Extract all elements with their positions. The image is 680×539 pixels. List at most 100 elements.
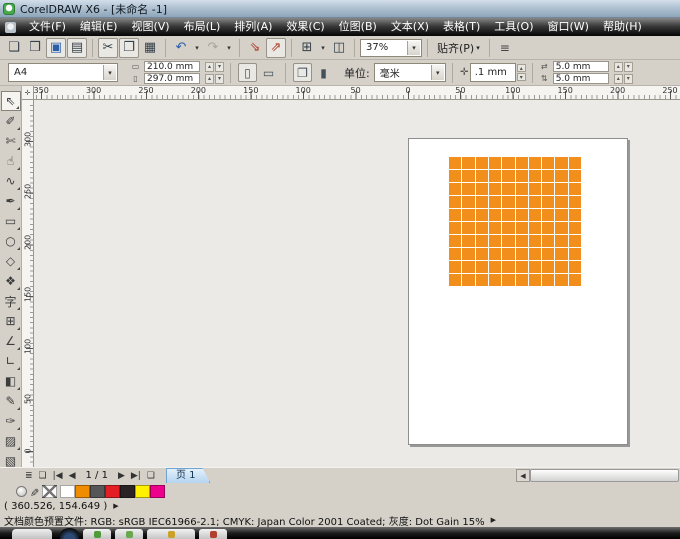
outline-pen-tool[interactable]: ✑ (1, 411, 21, 431)
no-color-swatch[interactable] (42, 484, 58, 498)
horizontal-scrollbar-thumb[interactable] (530, 469, 679, 482)
export-button[interactable]: ⇗ (266, 37, 286, 58)
smart-fill-tool[interactable]: ✒ (1, 191, 21, 211)
ruler-origin[interactable]: ✛ (22, 86, 34, 100)
save-button[interactable]: ▣ (46, 37, 66, 58)
page-tab-1[interactable]: 页 1 (166, 468, 211, 483)
palette-eyedropper-icon[interactable]: ✐ (30, 485, 39, 498)
color-swatch[interactable] (135, 484, 151, 498)
title-bar[interactable]: CorelDRAW X6 - [未命名 -1] (0, 0, 680, 18)
menu-item-窗口[interactable]: 窗口(W) (541, 18, 596, 36)
text-tool[interactable]: 字 (1, 291, 21, 311)
color-swatch[interactable] (60, 484, 76, 498)
document-page[interactable] (408, 138, 628, 445)
options-button[interactable]: ≡ (495, 38, 515, 58)
welcome-screen-button[interactable]: ◫ (329, 38, 349, 58)
application-launcher-button[interactable]: ⊞ (297, 38, 317, 58)
menu-item-编辑[interactable]: 编辑(E) (73, 18, 125, 36)
landscape-orientation-button[interactable]: ▭ (259, 63, 278, 82)
vertical-ruler[interactable]: 300 250 200 150 100 50 0 (22, 100, 34, 467)
color-swatch[interactable] (120, 484, 136, 498)
drawing-canvas[interactable] (34, 100, 680, 467)
page-height-field[interactable]: 297.0 mm (144, 73, 200, 84)
menu-item-文本[interactable]: 文本(X) (384, 18, 436, 36)
status-flyout-icon[interactable]: ▶ (491, 516, 496, 524)
apply-to-all-pages-button[interactable]: ❐ (293, 63, 312, 82)
ellipse-tool[interactable]: ○ (1, 231, 21, 251)
page-width-spinner[interactable]: ▴ ▾ (205, 61, 224, 72)
color-swatch[interactable] (150, 484, 166, 498)
chevron-down-icon[interactable]: ▾ (430, 65, 444, 80)
taskbar-button[interactable] (83, 529, 111, 539)
portrait-orientation-button[interactable]: ▯ (238, 63, 257, 82)
freehand-tool[interactable]: ∿ (1, 171, 21, 191)
menu-item-视图[interactable]: 视图(V) (124, 18, 176, 36)
quick-launch-area[interactable] (12, 529, 52, 539)
next-page-button[interactable]: ▶ (115, 471, 128, 481)
duplicate-y-spinner[interactable]: ▴ ▾ (613, 73, 633, 84)
page-width-field[interactable]: 210.0 mm (144, 61, 200, 72)
copy-button[interactable]: ❐ (119, 37, 139, 58)
snap-to-dropdown[interactable]: 贴齐(P) ▾ (433, 38, 484, 58)
last-page-button[interactable]: ▶| (128, 471, 144, 481)
chevron-down-icon[interactable]: ▾ (103, 65, 116, 80)
page-size-combo[interactable]: A4 ▾ (8, 63, 118, 82)
menu-item-表格[interactable]: 表格(T) (436, 18, 487, 36)
color-swatch[interactable] (75, 484, 91, 498)
cut-button[interactable]: ✂ (98, 37, 118, 58)
redo-dropdown-arrow[interactable]: ▾ (224, 38, 234, 58)
import-button[interactable]: ⇘ (245, 38, 265, 58)
basic-shapes-tool[interactable]: ❖ (1, 271, 21, 291)
color-swatch[interactable] (105, 484, 121, 498)
open-button[interactable]: ❒ (25, 38, 45, 58)
horizontal-ruler[interactable]: 350 300 250 200 150 100 50 0 50 100 150 200 250 (34, 86, 680, 100)
chevron-down-icon[interactable]: ▾ (407, 40, 420, 55)
crop-tool[interactable]: ✄ (1, 131, 21, 151)
previous-page-button[interactable]: ◀ (66, 471, 79, 481)
taskbar-button[interactable] (199, 529, 227, 539)
undo-button[interactable]: ↶ (171, 38, 191, 58)
shape-tool[interactable]: ✐ (1, 111, 21, 131)
rectangle-tool[interactable]: ▭ (1, 211, 21, 231)
units-combo[interactable]: 毫米 ▾ (373, 63, 446, 82)
menu-item-文件[interactable]: 文件(F) (22, 18, 73, 36)
duplicate-x-spinner[interactable]: ▴ ▾ (613, 61, 633, 72)
add-page-button[interactable]: ❏ (36, 471, 50, 481)
palette-options-button[interactable] (16, 485, 27, 497)
application-launcher-dropdown-arrow[interactable]: ▾ (318, 38, 328, 58)
table-tool[interactable]: ⊞ (1, 311, 21, 331)
connector-tool[interactable]: ∟ (1, 351, 21, 371)
nudge-offset-field[interactable]: .1 mm (469, 63, 516, 82)
paste-button[interactable]: ▦ (140, 38, 160, 58)
add-page-button[interactable]: ❏ (144, 471, 158, 481)
status-flyout-icon[interactable]: ▶ (113, 502, 118, 510)
taskbar-button[interactable] (147, 529, 195, 539)
duplicate-y-field[interactable]: 5.0 mm (552, 73, 609, 84)
fill-tool[interactable]: ▨ (1, 431, 21, 451)
menu-item-位图[interactable]: 位图(B) (332, 18, 384, 36)
menu-item-效果[interactable]: 效果(C) (279, 18, 331, 36)
color-swatch[interactable] (90, 484, 106, 498)
start-orb[interactable] (60, 528, 79, 539)
page-height-spinner[interactable]: ▴ ▾ (205, 73, 224, 84)
undo-dropdown-arrow[interactable]: ▾ (192, 38, 202, 58)
menu-item-工具[interactable]: 工具(O) (487, 18, 540, 36)
zoom-pan-tool[interactable]: ☝ (1, 151, 21, 171)
graph-paper-object[interactable] (449, 157, 581, 286)
print-button[interactable]: ▤ (67, 37, 87, 58)
duplicate-x-field[interactable]: 5.0 mm (552, 61, 609, 72)
dimension-tool[interactable]: ∠ (1, 331, 21, 351)
first-page-button[interactable]: |◀ (50, 471, 66, 481)
apply-to-current-page-button[interactable]: ▮ (314, 63, 333, 82)
new-document-button[interactable]: ❏ (4, 38, 24, 58)
polygon-tool[interactable]: ◇ (1, 251, 21, 271)
redo-button[interactable]: ↷ (203, 38, 223, 58)
color-eyedropper-tool[interactable]: ✎ (1, 391, 21, 411)
menu-item-帮助[interactable]: 帮助(H) (596, 18, 649, 36)
zoom-level-combo[interactable]: 37% ▾ (360, 38, 422, 57)
scrollbar-left-button[interactable]: ◀ (516, 469, 530, 482)
document-window-icon[interactable] (5, 21, 16, 33)
page-list-icon[interactable]: ≣ (22, 471, 36, 481)
menu-item-布局[interactable]: 布局(L) (177, 18, 228, 36)
menu-item-排列[interactable]: 排列(A) (227, 18, 279, 36)
